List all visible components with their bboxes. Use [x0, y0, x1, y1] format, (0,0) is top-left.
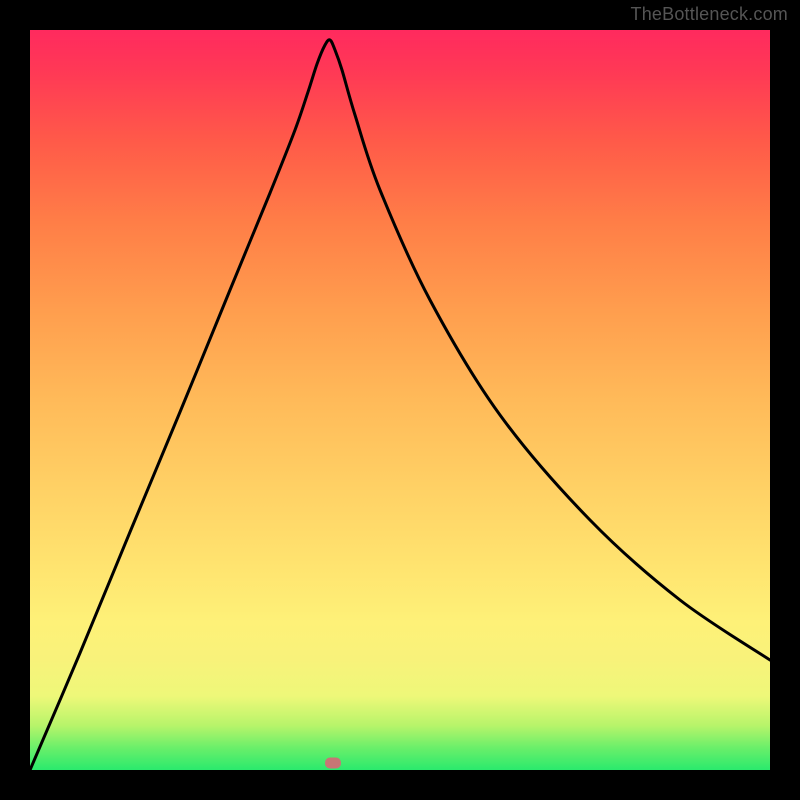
bottleneck-curve	[30, 40, 770, 770]
curve-svg	[30, 30, 770, 770]
watermark-text: TheBottleneck.com	[631, 4, 788, 25]
plot-frame	[30, 30, 770, 770]
minimum-marker	[325, 758, 341, 769]
